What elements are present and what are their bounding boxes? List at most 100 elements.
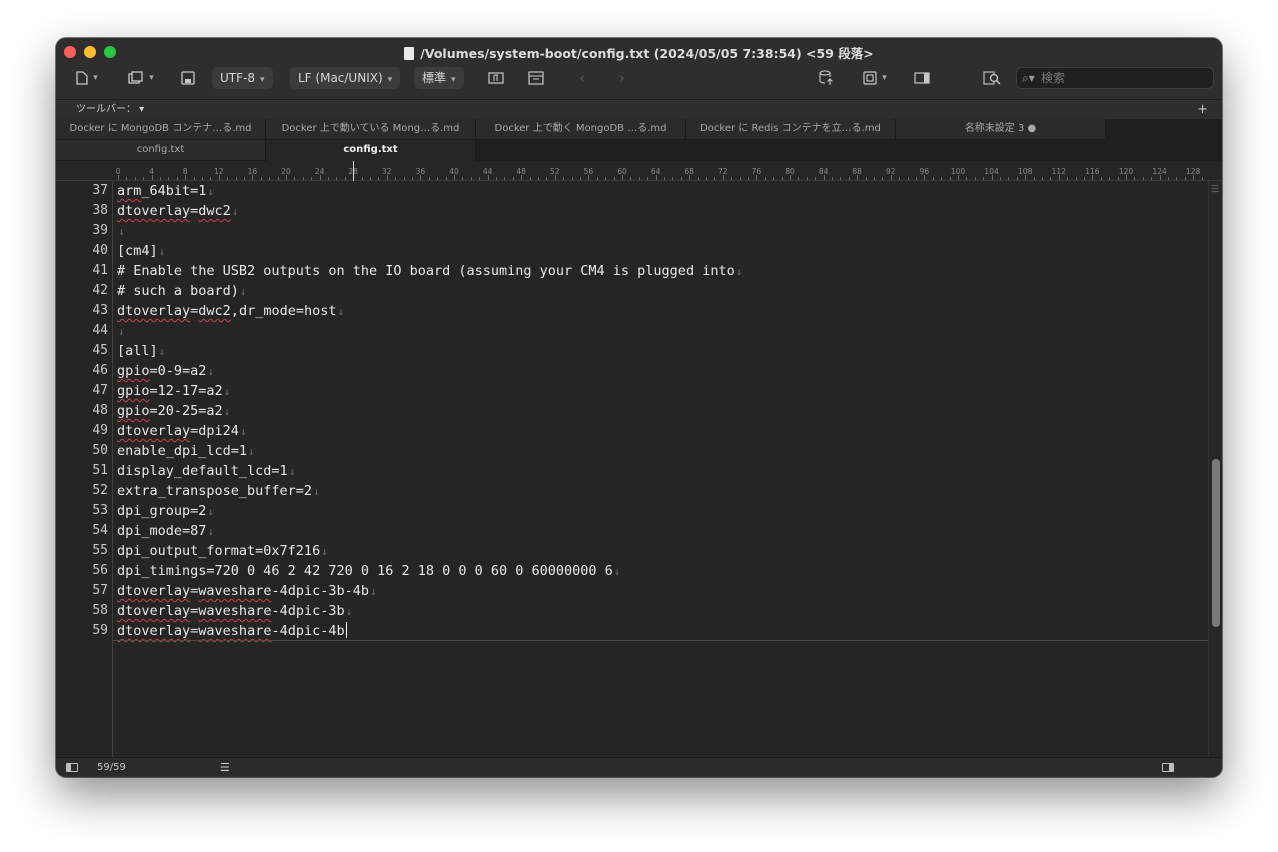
return-mark: ↓: [118, 325, 125, 338]
ruler-tick: [974, 177, 976, 180]
line-ending-value: LF (Mac/UNIX): [298, 71, 383, 85]
new-document-icon: [76, 71, 88, 85]
navigation-menu-icon[interactable]: — — —: [1211, 182, 1221, 196]
back-button[interactable]: ‹: [568, 67, 596, 89]
ruler-tick: [722, 175, 724, 180]
code-line[interactable]: enable_dpi_lcd=1↓: [117, 441, 255, 462]
ruler-tick: [907, 177, 909, 180]
code-line[interactable]: dtoverlay=waveshare-4dpic-4b: [117, 621, 347, 641]
tab-docker-running-mongo[interactable]: Docker 上で動いている Mong…る.md: [266, 119, 476, 140]
ruler-tick: [193, 177, 195, 180]
ruler-tick: [748, 177, 749, 180]
text-cursor: [345, 622, 347, 638]
ruler-tick: [664, 177, 665, 180]
ruler-tick: [496, 177, 497, 180]
ruler-cursor-marker: [353, 161, 355, 181]
ruler-tick: [672, 177, 674, 180]
return-mark: ↓: [613, 565, 621, 578]
tab-docker-redis-container[interactable]: Docker に Redis コンテナを立…る.md: [686, 119, 896, 140]
ruler-tick: [361, 177, 363, 180]
ruler-tick: [336, 177, 338, 180]
line-number-gutter: 37 38 39 40 41 42 43 44 45 46 47 48 49 50 51 52 53 54 55 56…: [56, 181, 113, 757]
ruler-tick: [1126, 175, 1127, 180]
outline-list-icon[interactable]: ☰: [220, 758, 230, 777]
return-mark: ↓: [321, 545, 328, 558]
code-line[interactable]: gpio=12-17=a2↓: [117, 381, 230, 402]
ruler-tick: [773, 177, 775, 180]
code-line[interactable]: dtoverlay=dpi24↓: [117, 421, 247, 442]
code-line[interactable]: gpio=0-9=a2↓: [117, 361, 214, 382]
search-placeholder: 検索: [1041, 71, 1066, 85]
toolbar-set-menu[interactable]: ツールバー： ▾ +: [56, 100, 1222, 120]
info-panel-button[interactable]: ▾: [856, 67, 894, 89]
return-mark: ↓: [158, 245, 166, 258]
window-title-container: /Volumes/system-boot/config.txt (2024/05…: [56, 43, 1222, 62]
sidebar-left-icon[interactable]: [66, 763, 78, 772]
code-line[interactable]: [all]↓: [117, 341, 165, 362]
encoding-select[interactable]: UTF-8 ▾: [212, 67, 273, 89]
ruler-tick: [395, 177, 397, 180]
ruler-tick: [546, 177, 548, 180]
code-line[interactable]: dpi_output_format=0x7f216↓: [117, 541, 328, 562]
share-button[interactable]: [812, 67, 840, 89]
tab-untitled-3[interactable]: 名称未設定 3 ●: [896, 119, 1106, 140]
code-line[interactable]: # such a board)↓: [117, 281, 247, 302]
code-line[interactable]: display_default_lcd=1↓: [117, 461, 295, 482]
code-line[interactable]: [cm4]↓: [117, 241, 165, 262]
search-field[interactable]: ⌕▾ 検索: [1016, 67, 1214, 89]
return-mark: ↓: [248, 445, 255, 458]
tab-docker-mongodb-container[interactable]: Docker に MongoDB コンテナ…る.md: [56, 119, 266, 140]
ruler-tick: [924, 175, 926, 180]
code-line[interactable]: dtoverlay=waveshare-4dpic-3b↓: [117, 601, 352, 622]
ruler-tick: [319, 175, 321, 180]
code-line[interactable]: dtoverlay=dwc2↓: [117, 201, 238, 222]
ruler-tick: [378, 177, 380, 180]
ruler-tick: [126, 177, 128, 180]
tab-config-txt[interactable]: config.txt: [56, 140, 266, 161]
ruler-tick: [622, 175, 623, 180]
ruler-tick: [983, 177, 985, 180]
ruler-tick: [613, 177, 615, 180]
ruler-tick: [840, 177, 842, 180]
code-line[interactable]: gpio=20-25=a2↓: [117, 401, 230, 422]
code-line[interactable]: dpi_group=2↓: [117, 501, 214, 522]
invisibles-button[interactable]: [482, 67, 510, 89]
return-mark: ↓: [288, 465, 296, 478]
vertical-scrollbar[interactable]: — — —: [1208, 181, 1222, 757]
code-line[interactable]: arm_64bit=1↓: [117, 181, 214, 202]
ruler-tick: [1117, 177, 1119, 180]
code-line[interactable]: ↓: [117, 221, 125, 242]
ruler-tick: [504, 177, 506, 180]
ruler-tick: [1100, 177, 1102, 180]
chevron-down-icon: ▾: [93, 73, 98, 83]
tab-config-txt-active[interactable]: config.txt: [266, 140, 476, 161]
code-line[interactable]: dtoverlay=waveshare-4dpic-3b-4b↓: [117, 581, 377, 602]
window-menu-button[interactable]: ▾: [122, 67, 160, 89]
new-document-button[interactable]: ▾: [68, 67, 106, 89]
code-line[interactable]: dtoverlay=dwc2,dr_mode=host↓: [117, 301, 344, 322]
code-line[interactable]: ↓: [117, 321, 125, 342]
tab-docker-mongodb[interactable]: Docker 上で動く MongoDB …る.md: [476, 119, 686, 140]
code-line[interactable]: dpi_mode=87↓: [117, 521, 214, 542]
text-editor[interactable]: 37 38 39 40 41 42 43 44 45 46 47 48 49 50 51 52 53 54 55 56…: [56, 181, 1208, 757]
page-guide-button[interactable]: [522, 67, 550, 89]
forward-button[interactable]: ›: [608, 67, 636, 89]
code-line[interactable]: dpi_timings=720 0 46 2 42 720 0 16 2 18 …: [117, 561, 620, 582]
ruler-tick: [311, 177, 313, 180]
syntax-select[interactable]: 標準 ▾: [414, 67, 464, 89]
return-mark: ↓: [207, 525, 215, 538]
find-button[interactable]: [978, 67, 1006, 89]
ruler-tick: [386, 175, 388, 180]
chevron-right-icon: ›: [619, 71, 625, 85]
sidebar-right-icon[interactable]: [1162, 763, 1174, 772]
scrollbar-thumb[interactable]: [1212, 459, 1220, 627]
ruler-tick: [899, 177, 901, 180]
ruler-tick: [202, 177, 203, 180]
code-line[interactable]: extra_transpose_buffer=2↓: [117, 481, 320, 502]
code-line[interactable]: # Enable the USB2 outputs on the IO boar…: [117, 261, 742, 282]
line-ending-select[interactable]: LF (Mac/UNIX) ▾: [290, 67, 401, 89]
add-tab-button[interactable]: +: [1197, 100, 1208, 120]
sidebar-toggle-button[interactable]: [908, 67, 936, 89]
ruler-tick: [1176, 177, 1178, 180]
save-button[interactable]: [174, 67, 202, 89]
